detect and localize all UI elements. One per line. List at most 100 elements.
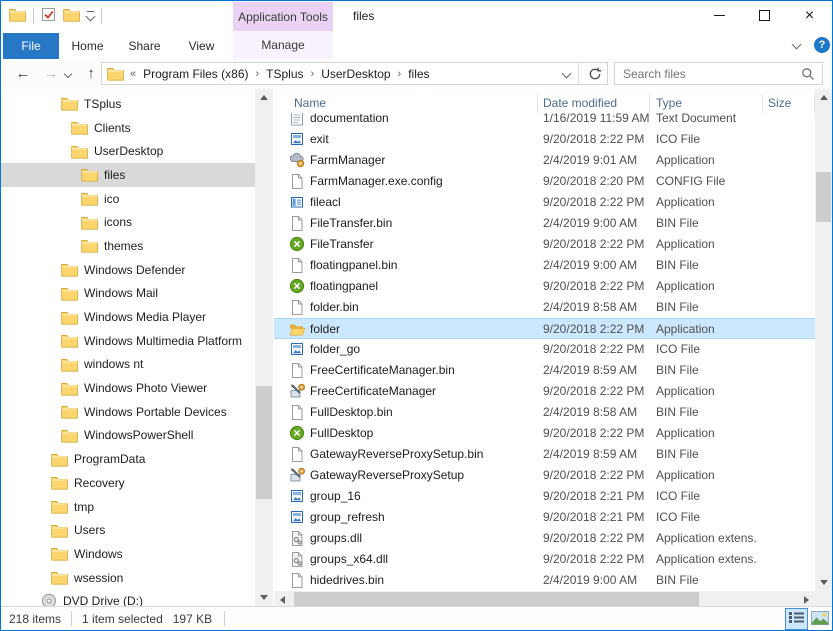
- tree-scrollbar[interactable]: [255, 89, 273, 606]
- breadcrumb-segment[interactable]: TSplus: [266, 67, 303, 81]
- breadcrumb-segment[interactable]: UserDesktop: [321, 67, 390, 81]
- tree-item-programdata[interactable]: ProgramData: [1, 447, 255, 471]
- forward-button[interactable]: →: [39, 59, 63, 88]
- file-row-group-refresh[interactable]: group_refresh9/20/2018 2:21 PMICO File: [274, 507, 815, 528]
- file-name: FullDesktop.bin: [310, 405, 393, 419]
- tree-item-tsplus[interactable]: TSplus: [1, 92, 255, 116]
- details-view-button[interactable]: [785, 608, 808, 630]
- file-row-floatingpanel[interactable]: floatingpanel9/20/2018 2:22 PMApplicatio…: [274, 276, 815, 297]
- tree-item-label: Windows Multimedia Platform: [84, 334, 242, 348]
- column-header-size[interactable]: Size: [763, 94, 815, 113]
- minimize-button[interactable]: [697, 1, 742, 30]
- breadcrumb-separator-icon[interactable]: ›: [311, 68, 315, 80]
- file-row-fulldesktop[interactable]: FullDesktop9/20/2018 2:22 PMApplication: [274, 423, 815, 444]
- tree-item-dvd-drive-d-[interactable]: DVD Drive (D:): [1, 589, 255, 606]
- contextual-tab-group[interactable]: Application Tools: [233, 2, 333, 31]
- list-scroll-down-icon[interactable]: [815, 574, 832, 591]
- file-row-exit[interactable]: exit9/20/2018 2:22 PMICO File: [274, 129, 815, 150]
- tab-file[interactable]: File: [3, 33, 59, 59]
- file-row-hidedrives-bin[interactable]: hidedrives.bin2/4/2019 9:00 AMBIN File: [274, 570, 815, 591]
- tree-item-windows-defender[interactable]: Windows Defender: [1, 258, 255, 282]
- list-vertical-scrollbar[interactable]: [815, 89, 832, 591]
- column-header-type[interactable]: Type: [650, 94, 763, 113]
- list-scroll-up-icon[interactable]: [815, 89, 832, 106]
- breadcrumb-separator-icon[interactable]: ›: [398, 68, 402, 80]
- tree-item-label: Clients: [94, 121, 131, 135]
- file-row-fulldesktop-bin[interactable]: FullDesktop.bin2/4/2019 8:58 AMBIN File: [274, 402, 815, 423]
- file-row-gatewayreverseproxysetup[interactable]: GatewayReverseProxySetup9/20/2018 2:22 P…: [274, 465, 815, 486]
- new-folder-icon[interactable]: [63, 7, 80, 25]
- file-row-gatewayreverseproxysetup-bin[interactable]: GatewayReverseProxySetup.bin2/4/2019 8:5…: [274, 444, 815, 465]
- tree-item-label: UserDesktop: [94, 144, 163, 158]
- fileacl-file-icon: [289, 194, 306, 211]
- file-row-groups-x64-dll[interactable]: groups_x64.dll9/20/2018 2:22 PMApplicati…: [274, 549, 815, 570]
- file-row-groups-dll[interactable]: groups.dll9/20/2018 2:22 PMApplication e…: [274, 528, 815, 549]
- breadcrumb-separator-icon[interactable]: ›: [255, 68, 259, 80]
- tree-item-windowspowershell[interactable]: WindowsPowerShell: [1, 424, 255, 448]
- column-header-date-modified[interactable]: Date modified: [538, 94, 650, 113]
- search-icon[interactable]: [801, 67, 815, 81]
- breadcrumb-segment[interactable]: files: [408, 67, 429, 81]
- file-row-freecertificatemanager-bin[interactable]: FreeCertificateManager.bin2/4/2019 8:59 …: [274, 360, 815, 381]
- refresh-icon[interactable]: [588, 67, 602, 81]
- folder-icon: [51, 499, 68, 514]
- tab-manage[interactable]: Manage: [233, 31, 333, 59]
- tree-scroll-down-icon[interactable]: [255, 589, 273, 606]
- tree-item-windows-nt[interactable]: windows nt: [1, 353, 255, 377]
- tab-home[interactable]: Home: [59, 33, 116, 59]
- search-input[interactable]: [615, 67, 801, 81]
- address-dropdown-chevron-icon[interactable]: [562, 69, 572, 79]
- tree-item-windows-media-player[interactable]: Windows Media Player: [1, 305, 255, 329]
- breadcrumb-segment[interactable]: Program Files (x86): [143, 67, 248, 81]
- tree-item-clients[interactable]: Clients: [1, 116, 255, 140]
- tree-item-windows-multimedia-platform[interactable]: Windows Multimedia Platform: [1, 329, 255, 353]
- customize-qat-chevron-icon[interactable]: [87, 11, 94, 20]
- recent-locations-chevron-icon[interactable]: [61, 59, 75, 88]
- list-hscrollbar-thumb[interactable]: [294, 592, 699, 607]
- file-row-fileacl[interactable]: fileacl9/20/2018 2:22 PMApplication: [274, 192, 815, 213]
- tree-item-recovery[interactable]: Recovery: [1, 471, 255, 495]
- breadcrumb-prefix[interactable]: «: [130, 68, 136, 80]
- tree-item-tmp[interactable]: tmp: [1, 495, 255, 519]
- file-row-filetransfer-bin[interactable]: FileTransfer.bin2/4/2019 9:00 AMBIN File: [274, 213, 815, 234]
- tree-item-userdesktop[interactable]: UserDesktop: [1, 139, 255, 163]
- tab-share[interactable]: Share: [116, 33, 173, 59]
- tree-item-windows[interactable]: Windows: [1, 542, 255, 566]
- column-header-name[interactable]: Name: [274, 94, 538, 113]
- tree-scroll-up-icon[interactable]: [255, 89, 273, 106]
- file-row-folder-go[interactable]: folder_go9/20/2018 2:22 PMICO File: [274, 339, 815, 360]
- tree-item-ico[interactable]: ico: [1, 187, 255, 211]
- tree-scrollbar-thumb[interactable]: [256, 386, 272, 499]
- tree-item-wsession[interactable]: wsession: [1, 566, 255, 590]
- tree-item-users[interactable]: Users: [1, 518, 255, 542]
- tree-item-themes[interactable]: themes: [1, 234, 255, 258]
- explorer-folder-icon[interactable]: [9, 7, 26, 25]
- tree-item-files[interactable]: files: [1, 163, 255, 187]
- maximize-button[interactable]: [742, 1, 787, 30]
- file-row-farmmanager[interactable]: FarmManager2/4/2019 9:01 AMApplication: [274, 150, 815, 171]
- file-row-floatingpanel-bin[interactable]: floatingpanel.bin2/4/2019 9:00 AMBIN Fil…: [274, 255, 815, 276]
- tree-item-windows-mail[interactable]: Windows Mail: [1, 282, 255, 306]
- thumbnails-view-button[interactable]: [808, 608, 831, 630]
- file-row-folder[interactable]: folder9/20/2018 2:22 PMApplication: [274, 318, 815, 339]
- up-button[interactable]: ↑: [79, 59, 103, 88]
- file-row-farmmanager-exe-config[interactable]: FarmManager.exe.config9/20/2018 2:20 PMC…: [274, 171, 815, 192]
- tree-item-windows-photo-viewer[interactable]: Windows Photo Viewer: [1, 376, 255, 400]
- list-scrollbar-thumb[interactable]: [816, 172, 831, 222]
- back-button[interactable]: ←: [11, 59, 35, 88]
- file-row-folder-bin[interactable]: folder.bin2/4/2019 8:58 AMBIN File: [274, 297, 815, 318]
- properties-check-icon[interactable]: [41, 6, 56, 25]
- tree-item-label: DVD Drive (D:): [63, 594, 143, 606]
- tree-item-icons[interactable]: icons: [1, 210, 255, 234]
- close-button[interactable]: ×: [787, 1, 832, 30]
- tab-view[interactable]: View: [173, 33, 230, 59]
- tree-item-windows-portable-devices[interactable]: Windows Portable Devices: [1, 400, 255, 424]
- file-row-group-16[interactable]: group_169/20/2018 2:21 PMICO File: [274, 486, 815, 507]
- file-type: Application: [656, 426, 758, 440]
- file-name: groups.dll: [310, 531, 362, 545]
- file-row-filetransfer[interactable]: FileTransfer9/20/2018 2:22 PMApplication: [274, 234, 815, 255]
- minimize-ribbon-chevron-icon[interactable]: [792, 40, 802, 50]
- file-row-freecertificatemanager[interactable]: FreeCertificateManager9/20/2018 2:22 PMA…: [274, 381, 815, 402]
- help-icon[interactable]: ?: [814, 37, 830, 53]
- address-bar[interactable]: « Program Files (x86) › TSplus › UserDesktop…: [101, 62, 608, 85]
